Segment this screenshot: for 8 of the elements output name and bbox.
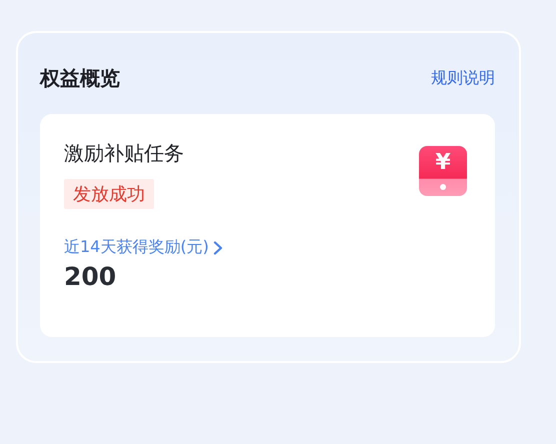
envelope-icon: ¥ bbox=[419, 146, 467, 196]
reward-amount: 200 bbox=[64, 262, 116, 291]
chevron-right-icon bbox=[212, 240, 223, 254]
status-tag: 发放成功 bbox=[64, 179, 154, 209]
panel-title: 权益概览 bbox=[40, 65, 120, 92]
task-title: 激励补贴任务 bbox=[64, 140, 184, 167]
rules-link[interactable]: 规则说明 bbox=[431, 68, 495, 89]
reward-link[interactable]: 近14天获得奖励(元) bbox=[64, 237, 223, 258]
